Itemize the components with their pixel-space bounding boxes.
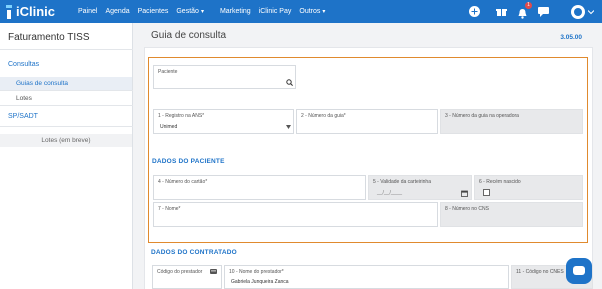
plus-circle-icon[interactable] (469, 6, 480, 17)
nav-gestao-label: Gestão (176, 8, 199, 15)
registro-ans-value: Unimed (160, 124, 178, 130)
recem-nascido-field: 6 - Recém nascido (474, 175, 583, 200)
numero-cartao-field[interactable]: 4 - Número do cartão* (153, 175, 366, 200)
search-icon[interactable] (286, 79, 293, 86)
numero-guia-operadora-field: 3 - Número da guia na operadora (440, 109, 583, 134)
chat-icon[interactable] (538, 6, 549, 17)
dados-contratado-title: DADOS DO CONTRATADO (151, 249, 237, 256)
chevron-down-icon: ▾ (200, 9, 204, 15)
nome-prestador-value: Gabriela Junqueira Zanca (231, 279, 289, 285)
nav-agenda[interactable]: Agenda (105, 8, 129, 15)
nome-field[interactable]: 7 - Nome* (153, 202, 438, 227)
sidebar-item-lotes-em-breve: Lotes (em breve) (0, 134, 132, 147)
numero-cns-field: 8 - Número no CNS (440, 202, 583, 227)
nav-outros-label: Outros (299, 8, 321, 15)
registro-ans-label: 1 - Registro na ANS* (158, 113, 205, 119)
top-navbar: iClinic Painel Agenda Pacientes Gestão ▾ … (0, 0, 602, 23)
numero-cartao-label: 4 - Número do cartão* (158, 179, 208, 185)
bell-icon (518, 9, 527, 19)
numero-guia-label: 2 - Número da guia* (301, 113, 346, 119)
main-content: Guia de consulta 3.05.00 Paciente 1 - Re… (134, 23, 602, 289)
divider (0, 90, 133, 91)
paciente-field[interactable]: Paciente (153, 65, 296, 89)
paciente-label: Paciente (158, 69, 178, 75)
sidebar-section-sp-sadt[interactable]: SP/SADT (8, 113, 38, 120)
iclinic-logo-icon (6, 4, 12, 19)
avatar-icon[interactable] (571, 4, 585, 19)
recem-nascido-checkbox[interactable] (483, 189, 490, 196)
divider (0, 49, 133, 50)
chat-widget-icon[interactable] (566, 258, 592, 284)
chevron-down-icon (286, 125, 291, 129)
divider (0, 105, 133, 106)
brand-logo[interactable]: iClinic (4, 4, 55, 19)
numero-cns-label: 8 - Número no CNS (445, 206, 489, 212)
highlighted-form-section: Paciente 1 - Registro na ANS* Unimed 2 -… (148, 57, 588, 243)
validade-placeholder: __/__/____ (377, 190, 403, 196)
sidebar-title: Faturamento TISS (8, 32, 90, 43)
page-title: Guia de consulta (151, 30, 227, 41)
sidebar-item-guias-de-consulta[interactable]: Guias de consulta (0, 77, 132, 90)
top-icons: 1 (459, 0, 594, 23)
version-label: 3.05.00 (560, 34, 582, 41)
notifications[interactable]: 1 (517, 2, 532, 19)
validade-carteirinha-label: 5 - Validade da carteirinha (373, 179, 431, 185)
nav-marketing[interactable]: Marketing (220, 8, 251, 15)
nav-painel[interactable]: Painel (78, 8, 97, 15)
registro-ans-select[interactable]: 1 - Registro na ANS* Unimed (153, 109, 294, 134)
gift-icon[interactable] (496, 6, 507, 17)
nav-iclinic-pay[interactable]: iClinic Pay (259, 8, 292, 15)
codigo-cnes-label: 11 - Código no CNES (516, 269, 564, 275)
codigo-prestador-field[interactable]: Código do prestador (152, 265, 222, 289)
brand-name: iClinic (16, 4, 56, 19)
dados-paciente-title: DADOS DO PACIENTE (152, 158, 225, 165)
notification-badge: 1 (525, 2, 532, 9)
nav-gestao[interactable]: Gestão ▾ (176, 8, 204, 15)
nome-prestador-label: 10 - Nome do prestador* (229, 269, 284, 275)
sidebar-section-consultas[interactable]: Consultas (8, 61, 39, 68)
card-icon (210, 269, 217, 274)
recem-nascido-label: 6 - Recém nascido (479, 179, 521, 185)
nome-prestador-field[interactable]: 10 - Nome do prestador* Gabriela Junquei… (224, 265, 509, 289)
nav-pacientes[interactable]: Pacientes (138, 8, 169, 15)
chevron-down-icon: ▾ (322, 9, 326, 15)
sidebar: Faturamento TISS Consultas Guias de cons… (0, 23, 133, 289)
nav-outros[interactable]: Outros ▾ (299, 8, 325, 15)
sidebar-item-lotes[interactable]: Lotes (0, 92, 132, 105)
numero-guia-operadora-label: 3 - Número da guia na operadora (445, 113, 519, 119)
validade-carteirinha-field[interactable]: 5 - Validade da carteirinha __/__/____ (368, 175, 472, 200)
main-nav: Painel Agenda Pacientes Gestão ▾ Marketin… (78, 0, 333, 23)
codigo-prestador-label: Código do prestador (157, 269, 203, 275)
chevron-down-icon[interactable] (588, 9, 594, 15)
calendar-icon[interactable] (461, 190, 468, 197)
nome-label: 7 - Nome* (158, 206, 181, 212)
divider (0, 126, 133, 127)
numero-guia-field[interactable]: 2 - Número da guia* (296, 109, 438, 134)
